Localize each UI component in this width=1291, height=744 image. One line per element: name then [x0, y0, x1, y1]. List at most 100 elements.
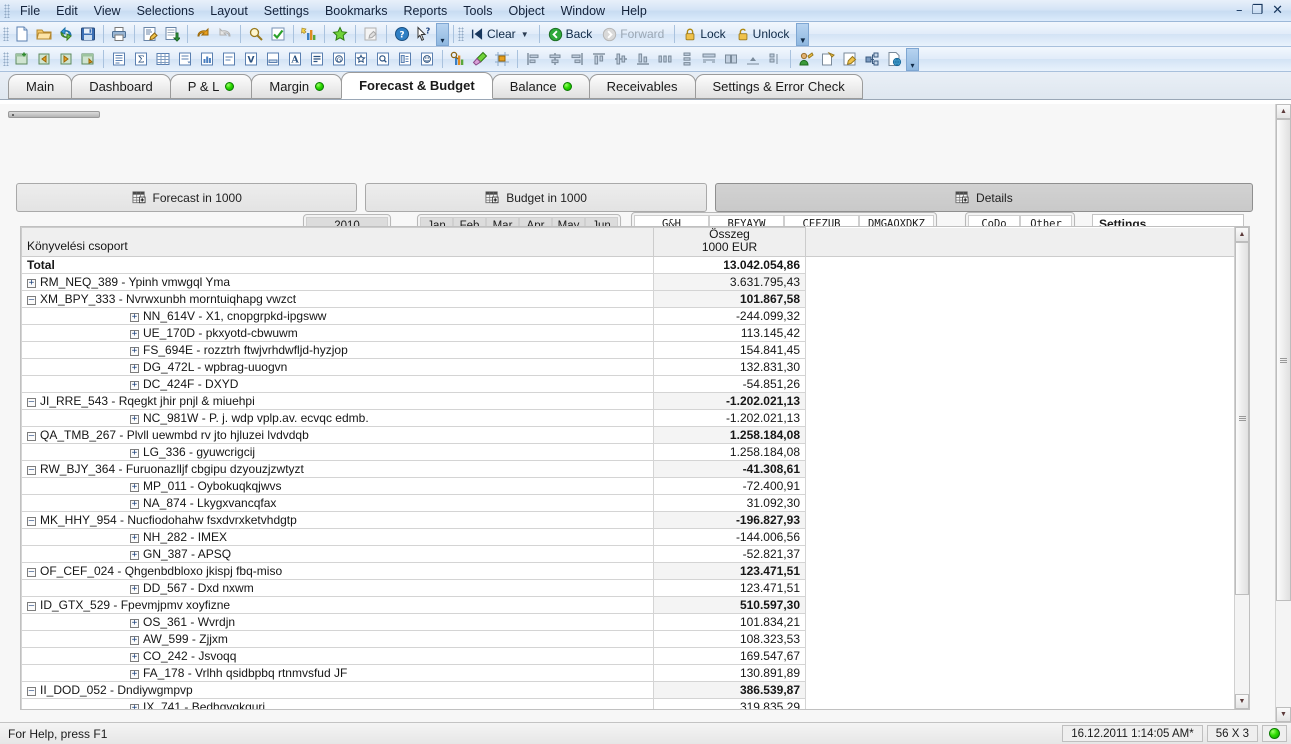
table-row[interactable]: – QA_TMB_267 - Plvll uewmbd rv jto hjluze…: [21, 426, 1234, 444]
table-row[interactable]: + MP_011 - Oybokuqkqjwvs -72.400,91: [21, 477, 1234, 495]
row-label-cell[interactable]: + AW_599 - Zjjxm: [21, 630, 654, 648]
row-label-cell[interactable]: – ID_GTX_529 - Fpevmjpmv xoyfizne: [21, 596, 654, 614]
row-label-cell[interactable]: – XM_BPY_333 - Nvrwxunbh morntuiqhapg vwz…: [21, 290, 654, 308]
expand-icon[interactable]: +: [130, 364, 139, 373]
expand-icon[interactable]: +: [130, 483, 139, 492]
scroll-up-button[interactable]: ▲: [1235, 227, 1249, 242]
menu-help[interactable]: Help: [613, 1, 655, 21]
minimize-icon[interactable]: –: [1236, 4, 1243, 18]
row-value-cell[interactable]: -244.099,32: [653, 307, 806, 325]
expand-icon[interactable]: +: [130, 449, 139, 458]
expand-icon[interactable]: +: [130, 551, 139, 560]
row-value-cell[interactable]: 101.834,21: [653, 613, 806, 631]
table-row[interactable]: + CO_242 - Jsvoqq 169.547,67: [21, 647, 1234, 665]
align-right-icon[interactable]: [566, 49, 588, 70]
row-label-cell[interactable]: + FS_694E - rozztrh ftwjvrhdwfljd-hyzjop: [21, 341, 654, 359]
new-document-icon[interactable]: [11, 24, 33, 45]
current-selections-icon[interactable]: V: [240, 49, 262, 70]
expand-icon[interactable]: +: [130, 381, 139, 390]
expand-icon[interactable]: +: [130, 347, 139, 356]
design-toolbar-overflow-button[interactable]: ▾: [906, 47, 919, 71]
table-box-icon[interactable]: [152, 49, 174, 70]
expand-icon[interactable]: +: [130, 534, 139, 543]
menu-edit[interactable]: Edit: [48, 1, 86, 21]
expand-icon[interactable]: +: [130, 619, 139, 628]
row-value-cell[interactable]: 101.867,58: [653, 290, 806, 308]
chart-properties-icon[interactable]: [447, 49, 469, 70]
table-row[interactable]: + FA_178 - Vrlhh qsidbpbq rtnmvsfud JF 130…: [21, 664, 1234, 682]
scroll-down-button[interactable]: ▼: [1235, 694, 1249, 709]
row-label-cell[interactable]: + DG_472L - wpbrag-uuogvn: [21, 358, 654, 376]
row-value-cell[interactable]: 319.835,29: [653, 698, 806, 709]
back-button[interactable]: Back: [544, 24, 599, 45]
container-icon[interactable]: [394, 49, 416, 70]
row-value-cell[interactable]: 31.092,30: [653, 494, 806, 512]
scroll-track[interactable]: [1235, 242, 1249, 694]
budget-in-1000-button[interactable]: Budget in 1000: [365, 183, 707, 212]
restore-icon[interactable]: ❐: [1251, 4, 1263, 18]
align-top-icon[interactable]: [588, 49, 610, 70]
row-label-cell[interactable]: + RM_NEQ_389 - Ypinh vmwgql Yma: [21, 273, 654, 291]
selection-toolbar-overflow-button[interactable]: ▼: [796, 22, 810, 46]
header-amount[interactable]: Összeg 1000 EUR: [653, 227, 806, 257]
expand-icon[interactable]: +: [130, 500, 139, 509]
row-value-cell[interactable]: 1.258.184,08: [653, 426, 806, 444]
table-row[interactable]: + DG_472L - wpbrag-uuogvn 132.831,30: [21, 358, 1234, 376]
copy-object-icon[interactable]: [817, 49, 839, 70]
row-label-cell[interactable]: – JI_RRE_543 - Rqegkt jhir pnjl & miuehpi: [21, 392, 654, 410]
slider-icon[interactable]: [262, 49, 284, 70]
menu-view[interactable]: View: [86, 1, 129, 21]
table-row[interactable]: + IX_741 - Bedhgygkguri 319.835,29: [21, 698, 1234, 709]
help-cursor-icon[interactable]: ?: [413, 24, 435, 45]
selection-toolbar-drag-handle[interactable]: [458, 27, 464, 41]
collapse-icon[interactable]: –: [27, 398, 36, 407]
row-label-cell[interactable]: – QA_TMB_267 - Plvll uewmbd rv jto hjluze…: [21, 426, 654, 444]
table-row[interactable]: – XM_BPY_333 - Nvrwxunbh morntuiqhapg vwz…: [21, 290, 1234, 308]
hidden-object-caption[interactable]: [8, 111, 100, 118]
export-icon[interactable]: [861, 49, 883, 70]
edit-object-icon[interactable]: [795, 49, 817, 70]
sheet-vertical-scrollbar[interactable]: ▲ ▼: [1275, 104, 1291, 722]
expand-icon[interactable]: +: [27, 279, 36, 288]
unlock-button[interactable]: Unlock: [732, 24, 796, 45]
header-account-group[interactable]: Könyvelési csoport: [21, 227, 654, 257]
table-row[interactable]: + NN_614V - X1, cnopgrpkd-ipgsww -244.099,…: [21, 307, 1234, 325]
table-row[interactable]: – RW_BJY_364 - Furuonazlljf cbgipu dzyouz…: [21, 460, 1234, 478]
row-value-cell[interactable]: 386.539,87: [653, 681, 806, 699]
menu-selections[interactable]: Selections: [129, 1, 203, 21]
table-row[interactable]: + NA_874 - Lkygxvancqfax 31.092,30: [21, 494, 1234, 512]
row-value-cell[interactable]: 113.145,42: [653, 324, 806, 342]
table-row[interactable]: – ID_GTX_529 - Fpevmjpmv xoyfizne 510.597,…: [21, 596, 1234, 614]
row-label-cell[interactable]: + MP_011 - Oybokuqkqjwvs: [21, 477, 654, 495]
table-row[interactable]: + DD_567 - Dxd nxwm 123.471,51: [21, 579, 1234, 597]
edit-script-icon[interactable]: [139, 24, 161, 45]
table-row[interactable]: Total 13.042.054,86: [21, 256, 1234, 274]
row-label-cell[interactable]: – MK_HHY_954 - Nucfiodohahw fsxdvrxketvhd…: [21, 511, 654, 529]
row-value-cell[interactable]: -72.400,91: [653, 477, 806, 495]
menu-window[interactable]: Window: [553, 1, 613, 21]
page-scroll-track[interactable]: [1276, 119, 1291, 707]
toolbar1-overflow-button[interactable]: ▾: [436, 22, 449, 46]
menu-object[interactable]: Object: [500, 1, 552, 21]
menu-file[interactable]: File: [12, 1, 48, 21]
text-object-icon[interactable]: A: [284, 49, 306, 70]
list-box-icon[interactable]: [108, 49, 130, 70]
bookmark-object-icon[interactable]: [350, 49, 372, 70]
format-painter-icon[interactable]: [469, 49, 491, 70]
row-value-cell[interactable]: 3.631.795,43: [653, 273, 806, 291]
row-label-cell[interactable]: + DD_567 - Dxd nxwm: [21, 579, 654, 597]
page-scroll-thumb[interactable]: [1276, 119, 1291, 602]
row-label-cell[interactable]: + NN_614V - X1, cnopgrpkd-ipgsww: [21, 307, 654, 325]
table-row[interactable]: + NC_981W - P. j. wdp vplp.av. ecvqc edmb…: [21, 409, 1234, 427]
collapse-icon[interactable]: –: [27, 517, 36, 526]
close-icon[interactable]: ✕: [1272, 4, 1283, 18]
row-label-cell[interactable]: – OF_CEF_024 - Qhgenbdbloxo jkispj fbq-mi…: [21, 562, 654, 580]
row-value-cell[interactable]: 510.597,30: [653, 596, 806, 614]
row-value-cell[interactable]: -52.821,37: [653, 545, 806, 563]
table-row[interactable]: + LG_336 - gyuwcrigcij 1.258.184,08: [21, 443, 1234, 461]
row-value-cell[interactable]: -144.006,56: [653, 528, 806, 546]
table-row[interactable]: + OS_361 - Wvrdjn 101.834,21: [21, 613, 1234, 631]
expand-icon[interactable]: +: [130, 704, 139, 709]
row-value-cell[interactable]: 13.042.054,86: [653, 256, 806, 274]
clear-selections-button[interactable]: Clear ▼: [466, 24, 535, 45]
